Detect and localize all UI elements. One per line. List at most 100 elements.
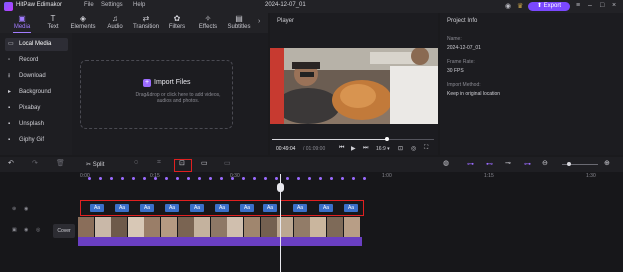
play-icon[interactable]: ▶ bbox=[351, 145, 356, 152]
split-button[interactable]: ✂ Split bbox=[86, 161, 104, 168]
subtitle-clip[interactable]: Aa bbox=[190, 204, 204, 212]
timeline-marker[interactable] bbox=[88, 177, 91, 180]
video-thumbnail-frame[interactable] bbox=[161, 217, 177, 237]
timeline-marker[interactable] bbox=[154, 177, 157, 180]
tab-elements[interactable]: ◈ Elements bbox=[69, 14, 97, 32]
snapshot-icon[interactable]: ⊡ bbox=[398, 145, 403, 152]
timeline-marker[interactable] bbox=[198, 177, 201, 180]
timeline-marker[interactable] bbox=[352, 177, 355, 180]
video-thumbnail-frame[interactable] bbox=[293, 217, 310, 237]
tabs-scroll-right-icon[interactable]: › bbox=[258, 18, 260, 25]
video-thumbnail-frame[interactable] bbox=[327, 217, 343, 237]
snap-icon[interactable]: ⊶ bbox=[524, 160, 531, 168]
track-eye-icon[interactable]: ◎ bbox=[36, 227, 40, 233]
menu-settings[interactable]: Settings bbox=[101, 2, 123, 8]
video-thumbnail-frame[interactable] bbox=[210, 217, 227, 237]
subtitle-clip[interactable]: Aa bbox=[263, 204, 277, 212]
track-visibility-icon[interactable]: ◉ bbox=[24, 206, 28, 212]
timeline-marker[interactable] bbox=[341, 177, 344, 180]
subtitle-clip[interactable]: Aa bbox=[344, 204, 358, 212]
timeline-marker[interactable] bbox=[121, 177, 124, 180]
timeline-marker[interactable] bbox=[110, 177, 113, 180]
video-thumbnail-frame[interactable] bbox=[260, 217, 277, 237]
subtitle-clip[interactable]: Aa bbox=[90, 204, 104, 212]
timeline-marker[interactable] bbox=[253, 177, 256, 180]
video-thumbnail-frame[interactable] bbox=[78, 217, 94, 237]
timeline-marker[interactable] bbox=[143, 177, 146, 180]
tab-filters[interactable]: ✿ Filters bbox=[163, 14, 191, 32]
video-thumbnail-frame[interactable] bbox=[343, 217, 360, 237]
video-thumbnail-frame[interactable] bbox=[310, 217, 327, 237]
export-button[interactable]: ⬆ Export bbox=[528, 2, 570, 11]
speech-icon[interactable]: ▭ bbox=[201, 159, 208, 167]
tab-media[interactable]: ▣ Media bbox=[8, 14, 36, 32]
maximize-icon[interactable]: □ bbox=[600, 2, 604, 9]
audio-waveform-track[interactable] bbox=[78, 237, 362, 246]
timeline-marker[interactable] bbox=[220, 177, 223, 180]
playback-progress-handle[interactable] bbox=[385, 137, 389, 141]
menu-file[interactable]: File bbox=[84, 2, 94, 8]
video-thumbnail-frame[interactable] bbox=[227, 217, 244, 237]
subtitle-clip[interactable]: Aa bbox=[215, 204, 229, 212]
undo-icon[interactable]: ↶ bbox=[8, 159, 14, 167]
aspect-ratio-select[interactable]: 16:9 ▾ bbox=[376, 146, 390, 152]
crop-icon[interactable]: ⌗ bbox=[157, 159, 161, 167]
sidebar-item-pixabay[interactable]: ▪ Pixabay bbox=[5, 102, 68, 115]
delete-icon[interactable]: 🗑 bbox=[56, 159, 65, 167]
video-thumbnail-frame[interactable] bbox=[127, 217, 144, 237]
track-mute-icon[interactable]: ◉ bbox=[24, 227, 28, 233]
video-thumbnail-frame[interactable] bbox=[94, 217, 111, 237]
subtitle-clip[interactable]: Aa bbox=[240, 204, 254, 212]
freeze-icon[interactable]: ◌ bbox=[134, 159, 138, 166]
sidebar-item-record[interactable]: ▫ Record bbox=[5, 54, 68, 67]
timeline-marker[interactable] bbox=[363, 177, 366, 180]
tab-transition[interactable]: ⇄ Transition bbox=[131, 14, 161, 32]
hamburger-menu-icon[interactable]: ≡ bbox=[576, 2, 580, 9]
chain-icon[interactable]: ⊸ bbox=[505, 159, 511, 167]
video-thumbnail-frame[interactable] bbox=[177, 217, 194, 237]
timeline-marker[interactable] bbox=[330, 177, 333, 180]
redo-icon[interactable]: ↷ bbox=[32, 159, 38, 167]
video-thumbnail-frame[interactable] bbox=[194, 217, 211, 237]
video-thumbnail-frame[interactable] bbox=[244, 217, 260, 237]
sidebar-item-download[interactable]: ⭳ Download bbox=[5, 70, 68, 83]
track-lock-icon[interactable]: ⊕ bbox=[12, 206, 16, 212]
menu-help[interactable]: Help bbox=[133, 2, 145, 8]
sidebar-item-local-media[interactable]: ▭ Local Media bbox=[5, 38, 68, 51]
prev-frame-icon[interactable]: ⏮ bbox=[339, 145, 344, 152]
subtitle-clip[interactable]: Aa bbox=[140, 204, 154, 212]
timeline-marker[interactable] bbox=[297, 177, 300, 180]
zoom-out-icon[interactable]: ⊖ bbox=[542, 159, 548, 167]
timeline-marker[interactable] bbox=[132, 177, 135, 180]
timeline-marker[interactable] bbox=[187, 177, 190, 180]
link-icon[interactable]: ⊶ bbox=[467, 160, 474, 168]
tab-effects[interactable]: ✧ Effects bbox=[194, 14, 222, 32]
timeline-marker[interactable] bbox=[319, 177, 322, 180]
minimize-icon[interactable]: – bbox=[588, 2, 592, 9]
timeline-marker[interactable] bbox=[231, 177, 234, 180]
import-files-button[interactable]: + Import Files bbox=[143, 79, 191, 87]
playhead-handle[interactable] bbox=[277, 183, 284, 192]
timeline-marker[interactable] bbox=[165, 177, 168, 180]
account-icon[interactable]: ◉ bbox=[505, 2, 511, 10]
next-frame-icon[interactable]: ⏭ bbox=[363, 145, 368, 152]
more-icon[interactable]: ▭ bbox=[224, 159, 231, 167]
tab-text[interactable]: T Text bbox=[39, 14, 67, 32]
timeline-marker[interactable] bbox=[176, 177, 179, 180]
magnet-icon[interactable]: ⊷ bbox=[486, 160, 493, 168]
close-icon[interactable]: × bbox=[612, 2, 616, 9]
timeline-marker[interactable] bbox=[275, 177, 278, 180]
sidebar-item-unsplash[interactable]: ▪ Unsplash bbox=[5, 118, 68, 131]
fullscreen-icon[interactable]: ⛶ bbox=[424, 145, 428, 152]
auto-subtitle-icon[interactable]: ⊡ bbox=[179, 159, 185, 167]
timeline-marker[interactable] bbox=[242, 177, 245, 180]
timeline-marker[interactable] bbox=[308, 177, 311, 180]
subtitle-clip[interactable]: Aa bbox=[319, 204, 333, 212]
microphone-icon[interactable]: ◍ bbox=[443, 159, 449, 167]
timeline-marker[interactable] bbox=[209, 177, 212, 180]
sidebar-item-background[interactable]: ▸ Background bbox=[5, 86, 68, 99]
video-thumbnail-frame[interactable] bbox=[144, 217, 161, 237]
camera-icon[interactable]: ◎ bbox=[411, 145, 416, 152]
premium-icon[interactable]: ♛ bbox=[517, 2, 523, 10]
zoom-slider-handle[interactable] bbox=[567, 162, 571, 166]
